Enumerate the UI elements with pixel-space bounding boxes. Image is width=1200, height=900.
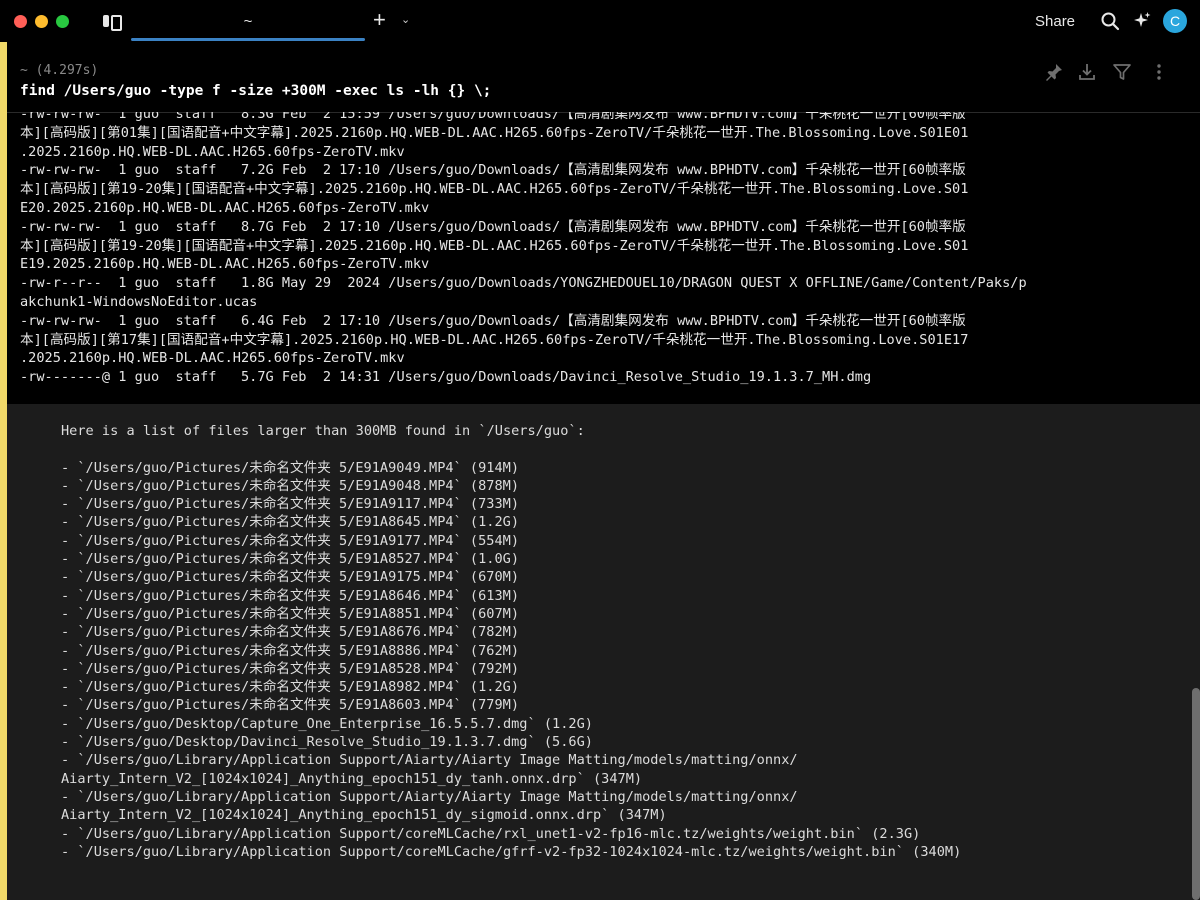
sparkle-icon[interactable] [1132, 11, 1152, 31]
new-tab-button[interactable]: + [373, 9, 386, 31]
more-icon[interactable] [1149, 62, 1169, 82]
ai-response-line: Aiarty_Intern_V2_[1024x1024]_Anything_ep… [61, 770, 643, 787]
close-window-button[interactable] [14, 14, 27, 28]
search-icon[interactable] [1100, 11, 1120, 31]
title-bar: ~ + ⌄ Share C [0, 0, 1200, 42]
command-output[interactable]: -rw-rw-rw- 1 guo staff 8.3G Feb 2 15:59 … [7, 112, 1200, 404]
download-icon[interactable] [1077, 62, 1097, 82]
output-lines: -rw-rw-rw- 1 guo staff 8.3G Feb 2 15:59 … [20, 112, 1185, 387]
avatar[interactable]: C [1163, 9, 1187, 33]
output-line: -rw-r--r-- 1 guo staff 1.8G May 29 2024 … [20, 275, 1027, 292]
ai-response-line [61, 440, 1171, 458]
output-line: 本][高码版][第17集][国语配音+中文字幕].2025.2160p.HQ.W… [20, 331, 969, 348]
ai-response-text: Here is a list of files larger than 300M… [61, 422, 1171, 861]
ai-response-line: Here is a list of files larger than 300M… [61, 423, 585, 439]
output-line: 本][高码版][第19-20集][国语配音+中文字幕].2025.2160p.H… [20, 181, 969, 198]
command-duration: ~ (4.297s) [20, 63, 99, 78]
terminal-window: ~ (4.297s) find /Users/guo -type f -size… [0, 42, 1200, 900]
ai-response-line: - `/Users/guo/Pictures/未命名文件夹 5/E91A8646… [61, 587, 520, 604]
ai-response-line: - `/Users/guo/Desktop/Davinci_Resolve_St… [61, 734, 593, 751]
ai-response-line: - `/Users/guo/Pictures/未命名文件夹 5/E91A8527… [61, 551, 520, 568]
tab-label: ~ [243, 12, 253, 30]
ai-response-line: - `/Users/guo/Pictures/未命名文件夹 5/E91A8982… [61, 679, 520, 696]
output-line: E19.2025.2160p.HQ.WEB-DL.AAC.H265.60fps-… [20, 256, 430, 273]
ai-response-line: - `/Users/guo/Pictures/未命名文件夹 5/E91A8528… [61, 660, 520, 677]
ai-response-line: - `/Users/guo/Library/Application Suppor… [61, 788, 798, 805]
share-button[interactable]: Share [1035, 13, 1075, 30]
output-line: -rw-rw-rw- 1 guo staff 8.3G Feb 2 15:59 … [20, 112, 966, 122]
ai-response-line: - `/Users/guo/Pictures/未命名文件夹 5/E91A8645… [61, 514, 520, 531]
ai-response-panel[interactable]: Here is a list of files larger than 300M… [7, 404, 1200, 900]
ai-response-line: - `/Users/guo/Library/Application Suppor… [61, 843, 962, 860]
filter-icon[interactable] [1112, 62, 1132, 82]
output-line: 本][高码版][第19-20集][国语配音+中文字幕].2025.2160p.H… [20, 237, 969, 254]
chevron-down-icon[interactable]: ⌄ [401, 13, 410, 26]
output-line: -rw-rw-rw- 1 guo staff 7.2G Feb 2 17:10 … [20, 162, 966, 179]
tab-home[interactable]: ~ [131, 0, 365, 42]
ai-response-line: - `/Users/guo/Pictures/未命名文件夹 5/E91A8851… [61, 605, 520, 622]
ai-response-line: - `/Users/guo/Pictures/未命名文件夹 5/E91A8603… [61, 697, 520, 714]
output-line: -rw-------@ 1 guo staff 5.7G Feb 2 14:31… [20, 369, 872, 386]
scrollbar-thumb[interactable] [1192, 688, 1200, 900]
pin-icon[interactable] [1044, 62, 1064, 82]
ai-response-line: - `/Users/guo/Desktop/Capture_One_Enterp… [61, 715, 593, 732]
output-line: .2025.2160p.HQ.WEB-DL.AAC.H265.60fps-Zer… [20, 350, 405, 367]
ai-response-line: - `/Users/guo/Library/Application Suppor… [61, 752, 798, 769]
output-line: akchunk1-WindowsNoEditor.ucas [20, 293, 258, 310]
command-text[interactable]: find /Users/guo -type f -size +300M -exe… [20, 83, 491, 99]
command-block-header: ~ (4.297s) find /Users/guo -type f -size… [7, 42, 1200, 112]
ai-response-line: - `/Users/guo/Pictures/未命名文件夹 5/E91A9049… [61, 459, 520, 476]
output-line: 本][高码版][第01集][国语配音+中文字幕].2025.2160p.HQ.W… [20, 124, 969, 141]
output-line: .2025.2160p.HQ.WEB-DL.AAC.H265.60fps-Zer… [20, 143, 405, 160]
ai-response-line: - `/Users/guo/Library/Application Suppor… [61, 825, 921, 842]
output-line: -rw-rw-rw- 1 guo staff 6.4G Feb 2 17:10 … [20, 312, 966, 329]
ai-response-line: - `/Users/guo/Pictures/未命名文件夹 5/E91A8886… [61, 642, 520, 659]
ai-response-line: - `/Users/guo/Pictures/未命名文件夹 5/E91A9048… [61, 477, 520, 494]
ai-response-line: - `/Users/guo/Pictures/未命名文件夹 5/E91A8676… [61, 624, 520, 641]
zoom-window-button[interactable] [56, 14, 69, 28]
ai-response-line: - `/Users/guo/Pictures/未命名文件夹 5/E91A9117… [61, 496, 520, 513]
window-controls [14, 14, 69, 28]
panels-icon[interactable] [103, 14, 122, 31]
output-line: E20.2025.2160p.HQ.WEB-DL.AAC.H265.60fps-… [20, 199, 430, 216]
active-tab-indicator [131, 38, 365, 41]
minimize-window-button[interactable] [35, 14, 48, 28]
ai-response-line: - `/Users/guo/Pictures/未命名文件夹 5/E91A9177… [61, 532, 520, 549]
output-line: -rw-rw-rw- 1 guo staff 8.7G Feb 2 17:10 … [20, 218, 966, 235]
ai-response-line: Aiarty_Intern_V2_[1024x1024]_Anything_ep… [61, 807, 667, 824]
ai-response-line: - `/Users/guo/Pictures/未命名文件夹 5/E91A9175… [61, 569, 520, 586]
